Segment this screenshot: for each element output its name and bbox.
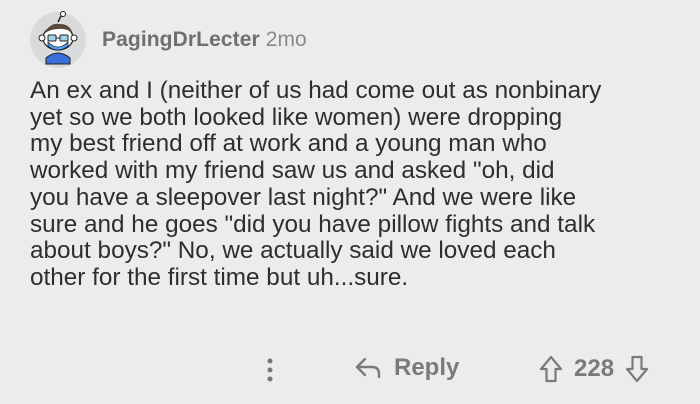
username[interactable]: PagingDrLecter	[102, 28, 260, 52]
comment-age: 2mo	[265, 28, 307, 51]
vote-score: 228	[574, 355, 615, 382]
reply-label: Reply	[394, 354, 460, 381]
avatar[interactable]	[28, 10, 88, 70]
comment-card: PagingDrLecter 2mo An ex and I (neither …	[0, 0, 700, 404]
more-options-icon	[267, 358, 273, 382]
reply-button[interactable]: Reply	[354, 354, 459, 382]
more-options-button[interactable]	[260, 356, 280, 384]
comment-header: PagingDrLecter 2mo	[28, 10, 307, 70]
upvote-arrow-icon[interactable]	[538, 354, 564, 384]
downvote-arrow-icon[interactable]	[624, 354, 650, 384]
comment-body: An ex and I (neither of us had come out …	[30, 77, 602, 291]
reply-arrow-icon	[355, 357, 381, 379]
comment-actions: Reply 228	[0, 348, 700, 392]
vote-controls: 228	[538, 354, 650, 384]
